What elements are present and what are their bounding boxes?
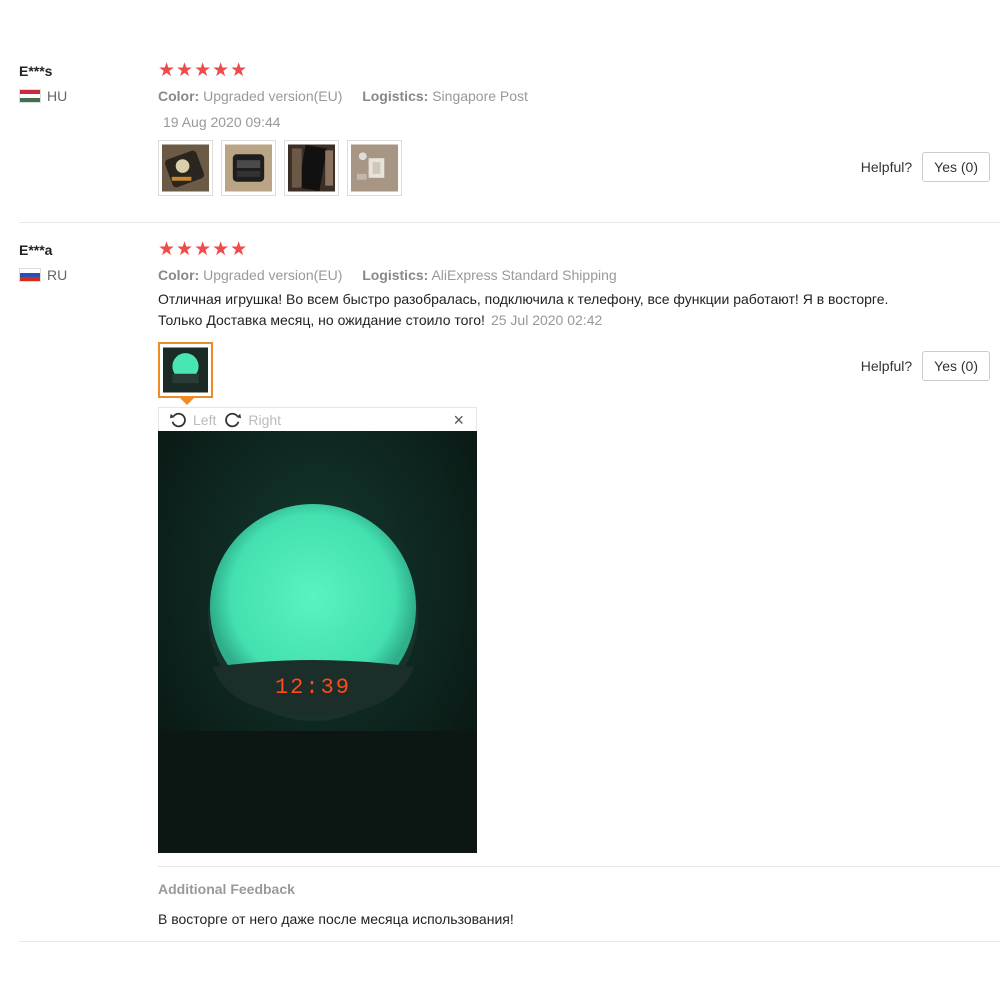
image-viewer: Left Right × 12:39 [158, 407, 477, 858]
rotate-left-label: Left [193, 411, 217, 428]
rotate-right-icon [225, 412, 242, 427]
rotate-right-label: Right [248, 411, 282, 428]
image-viewer-toolbar: Left Right × [158, 407, 477, 431]
review-text-line-2: Только Доставка месяц, но ожидание стоил… [158, 310, 1000, 331]
rotate-left-button[interactable]: Left [169, 411, 216, 429]
country-code: RU [47, 267, 68, 283]
helpful-section: Helpful? Yes (0) [861, 351, 990, 381]
russia-flag-icon [19, 268, 41, 282]
review-meta: Color: Upgraded version(EU) Logistics: S… [158, 88, 1000, 104]
logistics-value: AliExpress Standard Shipping [431, 267, 617, 283]
review-photo-thumbnail[interactable] [284, 140, 339, 196]
color-value: Upgraded version(EU) [203, 88, 343, 104]
star-rating: ★★★★★ [158, 239, 249, 260]
photo-lamp-glow [163, 347, 208, 393]
logistics-label: Logistics: [362, 267, 429, 283]
enlarged-review-photo: 12:39 [158, 431, 477, 853]
additional-feedback: Additional Feedback В восторге от него д… [158, 866, 1000, 927]
color-label: Color: [158, 88, 200, 104]
review-item: E***a RU ★★★★★ Color: Upgraded version(E… [19, 224, 1000, 942]
additional-feedback-title: Additional Feedback [158, 881, 295, 897]
logistics-label: Logistics: [362, 88, 429, 104]
rotate-right-button[interactable]: Right [224, 411, 281, 429]
review-photo-thumbnail-selected[interactable] [158, 342, 213, 405]
photo-clock-back [225, 144, 272, 192]
reviewer-info: E***s HU [19, 63, 139, 104]
reviewer-info: E***a RU [19, 242, 139, 283]
review-date: 25 Jul 2020 02:42 [490, 312, 603, 328]
review-photo-thumbnail[interactable] [221, 140, 276, 196]
review-photo-thumbnail[interactable] [347, 140, 402, 196]
helpful-yes-button[interactable]: Yes (0) [922, 152, 990, 182]
star-rating: ★★★★★ [158, 60, 249, 81]
review-text-line: Отличная игрушка! Во всем быстро разобра… [158, 291, 889, 307]
review-text: Отличная игрушка! Во всем быстро разобра… [158, 289, 1000, 331]
country-code: HU [47, 88, 68, 104]
hungary-flag-icon [19, 89, 41, 103]
close-icon[interactable]: × [453, 410, 464, 431]
helpful-label: Helpful? [860, 358, 913, 374]
helpful-label: Helpful? [860, 159, 913, 175]
color-label: Color: [158, 267, 200, 283]
review-photo-thumbnail[interactable] [158, 140, 213, 196]
review-date: 19 Aug 2020 09:44 [163, 114, 281, 130]
reviewer-country: RU [19, 267, 139, 283]
review-meta: Color: Upgraded version(EU) Logistics: A… [158, 267, 1000, 283]
clock-display: 12:39 [275, 675, 351, 700]
photo-clock-box [162, 144, 209, 192]
reviewer-name: E***s [19, 63, 53, 79]
photo-clock-side [288, 144, 335, 192]
reviewer-country: HU [19, 88, 139, 104]
photo-accessories [351, 144, 398, 192]
additional-feedback-text: В восторге от него даже после месяца исп… [158, 911, 514, 927]
review-text-line: Только Доставка месяц, но ожидание стоил… [158, 312, 485, 328]
helpful-yes-button[interactable]: Yes (0) [922, 351, 990, 381]
logistics-value: Singapore Post [432, 88, 528, 104]
color-value: Upgraded version(EU) [203, 267, 343, 283]
review-item: E***s HU ★★★★★ Color: Upgraded version(E… [19, 0, 1000, 223]
reviewer-name: E***a [19, 242, 53, 258]
rotate-left-icon [169, 412, 186, 427]
helpful-section: Helpful? Yes (0) [861, 152, 990, 182]
